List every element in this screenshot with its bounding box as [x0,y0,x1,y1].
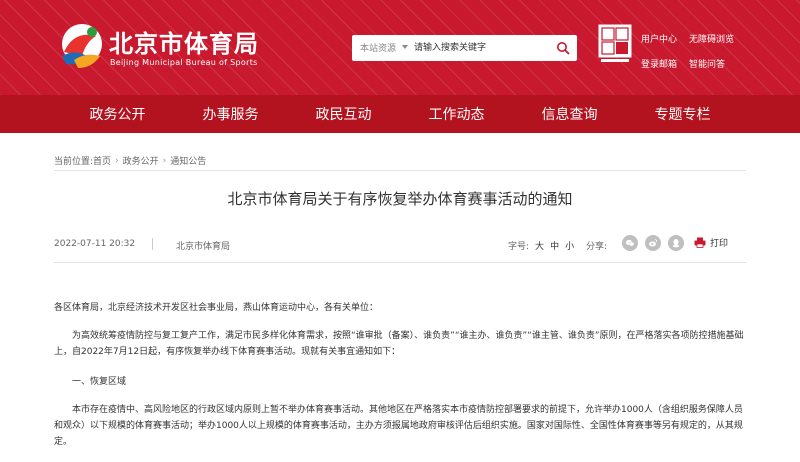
share-label: 分享: [586,242,608,252]
bureau-logo-icon[interactable] [56,22,104,72]
main-nav: 政务公开 办事服务 政民互动 工作动态 信息查询 专题专栏 [0,95,800,133]
print-label: 打印 [710,239,729,249]
article-intro: 为高效统筹疫情防控与复工复产工作，满足市民多样化体育需求，按照“谁审批（备案）、… [54,331,744,357]
meta-divider [54,262,746,263]
search-box: 本站资源 [352,35,577,61]
printer-icon [694,237,706,248]
wechat-icon[interactable] [622,235,638,251]
font-size-controls: 字号: 大 中 小 [508,239,574,252]
capital-emblem-icon[interactable] [598,24,632,64]
login-mail-link[interactable]: 登录邮箱 [641,57,677,70]
article-salutation: 各区体育局，北京经济技术开发区社会事业局，燕山体育运动中心，各有关单位： [54,303,379,313]
nav-item-interaction[interactable]: 政民互动 [287,104,400,124]
nav-item-government-affairs[interactable]: 政务公开 [61,104,174,124]
article-body: 各区体育局，北京经济技术开发区社会事业局，燕山体育运动中心，各有关单位： 为高效… [54,300,746,462]
breadcrumb-divider [54,170,746,171]
search-icon [557,42,570,55]
site-title: 北京市体育局 [109,30,259,58]
nav-item-services[interactable]: 办事服务 [174,104,287,124]
site-subtitle-en: Beijing Municipal Bureau of Sports [110,58,258,67]
breadcrumb: 当前位置:首页 › 政务公开 › 通知公告 [54,154,206,168]
weibo-icon[interactable] [645,235,661,251]
user-center-link[interactable]: 用户中心 [641,32,677,45]
nav-item-info-query[interactable]: 信息查询 [513,104,626,124]
breadcrumb-home[interactable]: 当前位置:首页 [54,154,111,167]
font-size-medium[interactable]: 中 [550,239,559,252]
article-meta: 2022-07-11 20:32 北京市体育局 字号: 大 中 小 分享: 打印 [54,235,746,253]
nav-item-work-news[interactable]: 工作动态 [400,104,513,124]
top-links: 用户中心 无障碍浏览 登录邮箱 智能问答 [641,32,734,82]
chevron-down-icon[interactable] [402,45,408,49]
chevron-right-icon: › [115,155,119,166]
site-header: 北京市体育局 Beijing Municipal Bureau of Sport… [0,0,800,95]
breadcrumb-notices[interactable]: 通知公告 [170,154,206,167]
search-button[interactable] [549,35,577,61]
publish-date: 2022-07-11 20:32 [54,239,136,249]
section-paragraph: 本市存在疫情中、高风险地区的行政区域内原则上暂不举办体育赛事活动。其他地区在严格… [54,405,743,447]
meta-separator [152,238,153,250]
font-size-small[interactable]: 小 [565,239,574,252]
nav-item-topics[interactable]: 专题专栏 [626,104,739,124]
search-scope-select[interactable]: 本站资源 [360,41,396,54]
font-size-large[interactable]: 大 [535,239,544,252]
section-heading: 一、恢复区域 [72,377,127,387]
breadcrumb-government-affairs[interactable]: 政务公开 [123,154,159,167]
qq-icon[interactable] [668,235,684,251]
search-input[interactable] [414,39,544,57]
share-icons [622,235,684,251]
smart-qa-link[interactable]: 智能问答 [689,57,725,70]
chevron-right-icon: › [162,155,167,166]
font-size-label: 字号: [508,242,530,252]
article-title: 北京市体育局关于有序恢复举办体育赛事活动的通知 [227,190,573,208]
print-button[interactable]: 打印 [694,236,728,249]
accessibility-link[interactable]: 无障碍浏览 [689,32,734,45]
article-source: 北京市体育局 [176,242,231,252]
